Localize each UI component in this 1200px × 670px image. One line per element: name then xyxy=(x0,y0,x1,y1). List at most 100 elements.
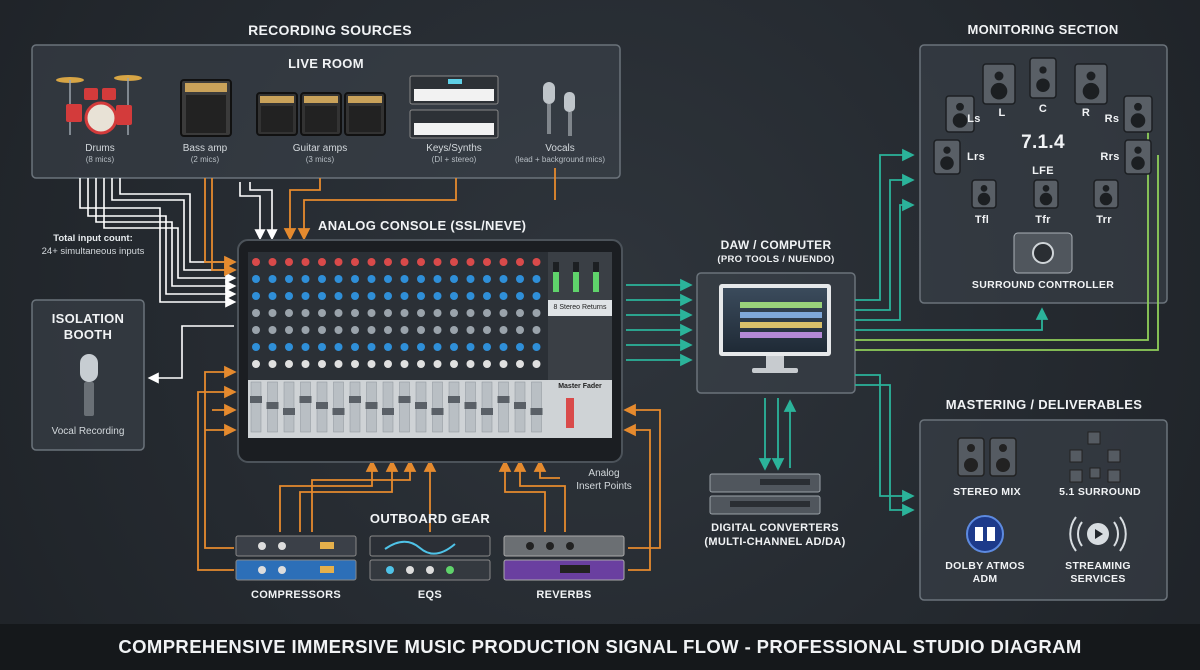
speaker-tweeter xyxy=(980,185,988,192)
diagram-title: COMPREHENSIVE IMMERSIVE MUSIC PRODUCTION… xyxy=(118,636,1082,657)
console-knob xyxy=(516,309,524,317)
console-stereo-returns: 8 Stereo Returns xyxy=(553,304,607,311)
console-knob xyxy=(483,292,491,300)
reverb-racks xyxy=(503,535,625,581)
converter-racks xyxy=(709,473,821,515)
console-knob xyxy=(384,360,392,368)
console-fader-track xyxy=(432,381,443,433)
console-knob xyxy=(400,309,409,317)
console-knob xyxy=(384,258,392,266)
console-knob xyxy=(252,360,260,368)
console-knob xyxy=(301,292,310,300)
console-knob xyxy=(466,343,475,351)
console-fader-cap xyxy=(514,402,526,409)
console-knob xyxy=(450,360,458,368)
console-fader-track xyxy=(481,381,493,433)
console-knob xyxy=(334,292,343,300)
speaker-tweeter xyxy=(1042,185,1050,192)
console-knob xyxy=(400,275,409,283)
speaker-woofer xyxy=(1039,192,1053,206)
reverbs-label: REVERBS xyxy=(536,589,592,601)
speaker-tweeter xyxy=(943,146,951,154)
outboard-heading: OUTBOARD GEAR xyxy=(369,511,491,526)
console-knob xyxy=(268,258,277,266)
bass-amp-icon xyxy=(180,79,232,137)
source-drums-name: Drums xyxy=(85,143,115,154)
speaker-woofer xyxy=(1131,156,1145,170)
daw-subheading: (PRO TOOLS / NUENDO) xyxy=(717,254,835,265)
console-knob xyxy=(417,343,425,351)
console-knob xyxy=(450,343,458,351)
isolation-caption: Vocal Recording xyxy=(51,426,125,437)
console-knob xyxy=(466,309,475,317)
speaker-woofer xyxy=(977,192,991,206)
console-knob xyxy=(384,275,392,283)
console-knob xyxy=(466,275,475,283)
console-knob xyxy=(433,309,442,317)
console-knob xyxy=(285,292,293,300)
console-fader-cap xyxy=(299,396,312,403)
console-knob xyxy=(367,360,376,368)
console-knob xyxy=(334,360,343,368)
console-knob xyxy=(334,326,343,334)
console-fader-track xyxy=(531,381,542,433)
console-knob xyxy=(450,309,458,317)
console-fader-cap xyxy=(266,402,279,409)
signal-flow-diagram: RECORDING SOURCES LIVE ROOM Drums (8 mic… xyxy=(0,0,1200,670)
console-knob xyxy=(252,309,260,317)
console-knob xyxy=(532,343,541,351)
console-knob xyxy=(466,326,475,334)
console-fader-cap xyxy=(250,396,262,403)
console-fader-track xyxy=(300,381,311,433)
console-knob xyxy=(433,258,442,266)
console-knob xyxy=(334,258,343,266)
speaker-r-label: R xyxy=(1081,107,1091,119)
console-fader-track xyxy=(382,381,394,433)
console-fader-track xyxy=(448,381,460,433)
console-knob xyxy=(384,292,392,300)
console-knob xyxy=(499,343,508,351)
console-knob xyxy=(318,360,326,368)
console-knob xyxy=(499,326,508,334)
speaker-trr-label: Trr xyxy=(1096,214,1112,226)
console-knob xyxy=(318,292,326,300)
console-knob xyxy=(417,292,425,300)
console-graphic xyxy=(237,239,623,463)
guitar-amps-icon xyxy=(256,92,386,136)
speaker-tfl-label: Tfl xyxy=(974,214,990,226)
console-knob xyxy=(268,343,277,351)
streaming-label-1: STREAMING xyxy=(1065,560,1131,572)
console-knob xyxy=(516,258,524,266)
stereo-mix-label: STEREO MIX xyxy=(953,486,1021,498)
speaker-tweeter xyxy=(1102,185,1110,192)
console-fader-cap xyxy=(365,402,378,409)
console-knob xyxy=(400,343,409,351)
console-knob xyxy=(285,258,293,266)
console-fader-cap xyxy=(481,408,493,415)
console-knob xyxy=(285,309,293,317)
speaker-tweeter xyxy=(994,71,1004,81)
console-master-fader: Master Fader xyxy=(558,383,602,390)
console-fader-cap xyxy=(497,396,510,403)
console-knob xyxy=(351,326,359,334)
console-knob xyxy=(532,258,541,266)
console-knob xyxy=(351,360,359,368)
console-knob xyxy=(301,275,310,283)
console-fader-cap xyxy=(349,396,361,403)
isolation-heading-2: BOOTH xyxy=(63,327,113,342)
console-knob xyxy=(367,309,376,317)
recording-sources-heading: RECORDING SOURCES xyxy=(248,22,412,38)
console-knob xyxy=(268,309,277,317)
console-fader-track xyxy=(349,381,361,433)
speaker-tweeter xyxy=(1134,146,1142,154)
console-knob xyxy=(450,258,458,266)
console-knob xyxy=(499,258,508,266)
console-knob xyxy=(252,275,260,283)
console-knob xyxy=(532,360,541,368)
console-heading: ANALOG CONSOLE (SSL/NEVE) xyxy=(318,218,527,233)
console-knob xyxy=(516,292,524,300)
console-knob xyxy=(483,360,491,368)
speaker-woofer xyxy=(1099,192,1113,206)
converters-line1: DIGITAL CONVERTERS xyxy=(711,522,839,534)
console-knob xyxy=(466,258,475,266)
